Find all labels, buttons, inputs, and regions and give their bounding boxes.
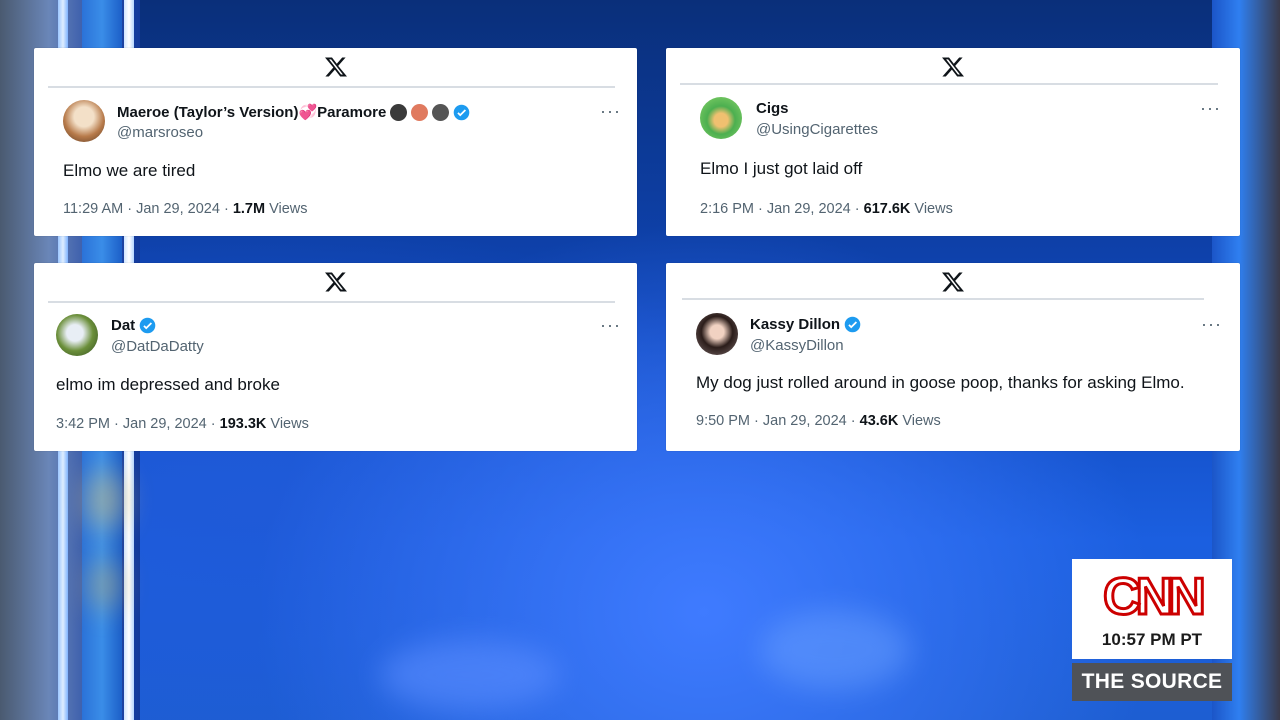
more-options-icon[interactable]: ··· (600, 316, 621, 334)
tweet-timestamp[interactable]: 3:42 PM · Jan 29, 2024 · (56, 416, 220, 432)
display-name-text: Maeroe (Taylor’s Version)💞Paramore (117, 104, 387, 121)
avatar[interactable] (700, 97, 742, 139)
tweet-text: Elmo we are tired (63, 161, 196, 180)
tweet-card: Maeroe (Taylor’s Version)💞Paramore @mars… (34, 48, 637, 236)
x-logo-icon (34, 54, 637, 80)
tweet-text: elmo im depressed and broke (56, 375, 280, 394)
x-logo-icon (34, 269, 637, 295)
user-handle[interactable]: @KassyDillon (750, 337, 844, 354)
tweet-text: Elmo I just got laid off (700, 159, 863, 178)
views-label: Views (898, 413, 941, 429)
cnn-logo: CNN (1102, 567, 1208, 628)
display-name[interactable]: Kassy Dillon (750, 316, 861, 333)
views-label: Views (266, 416, 309, 432)
cnn-bug: CNN 10:57 PM PT (1072, 559, 1232, 659)
verified-badge-icon (139, 317, 156, 334)
tweet-meta: 2:16 PM · Jan 29, 2024 · 617.6K Views (700, 201, 953, 217)
views-label: Views (910, 201, 953, 217)
tweet-timestamp[interactable]: 11:29 AM · Jan 29, 2024 · (63, 201, 233, 217)
views-count: 193.3K (219, 416, 267, 432)
verified-badge-icon (844, 316, 861, 333)
x-logo-icon (666, 269, 1240, 295)
emoji-icon (432, 103, 450, 121)
views-count: 1.7M (232, 201, 266, 217)
display-name[interactable]: Maeroe (Taylor’s Version)💞Paramore (117, 103, 470, 121)
avatar[interactable] (696, 313, 738, 355)
avatar[interactable] (56, 314, 98, 356)
studio-light (90, 560, 120, 610)
tweet-text: My dog just rolled around in goose poop,… (696, 373, 1185, 392)
tweet-card: Dat @DatDaDatty ··· elmo im depressed an… (34, 263, 637, 451)
more-options-icon[interactable]: ··· (1200, 99, 1221, 117)
views-label: Views (265, 201, 308, 217)
tweet-meta: 9:50 PM · Jan 29, 2024 · 43.6K Views (696, 413, 941, 429)
views-count: 617.6K (863, 201, 911, 217)
emoji-icon (411, 103, 429, 121)
display-name-text: Cigs (756, 100, 789, 117)
display-name-text: Kassy Dillon (750, 316, 841, 333)
divider (682, 298, 1204, 300)
user-handle[interactable]: @DatDaDatty (111, 338, 204, 355)
tweet-meta: 3:42 PM · Jan 29, 2024 · 193.3K Views (56, 416, 309, 432)
user-handle[interactable]: @marsroseo (117, 124, 203, 141)
show-title: THE SOURCE (1072, 663, 1232, 701)
studio-light (85, 470, 125, 530)
more-options-icon[interactable]: ··· (600, 102, 621, 120)
tweet-card: Kassy Dillon @KassyDillon ··· My dog jus… (666, 263, 1240, 451)
divider (680, 83, 1218, 85)
display-name[interactable]: Cigs (756, 100, 789, 117)
views-count: 43.6K (859, 413, 899, 429)
divider (48, 301, 615, 303)
verified-badge-icon (454, 104, 470, 120)
display-name-text: Dat (111, 317, 136, 334)
more-options-icon[interactable]: ··· (1201, 315, 1222, 333)
studio-light (380, 640, 560, 710)
display-name[interactable]: Dat (111, 317, 156, 334)
tweet-timestamp[interactable]: 9:50 PM · Jan 29, 2024 · (696, 413, 860, 429)
user-handle[interactable]: @UsingCigarettes (756, 121, 878, 138)
tweet-card: Cigs @UsingCigarettes ··· Elmo I just go… (666, 48, 1240, 236)
divider (48, 86, 615, 88)
avatar[interactable] (63, 100, 105, 142)
tweet-meta: 11:29 AM · Jan 29, 2024 · 1.7M Views (63, 201, 308, 217)
broadcast-time: 10:57 PM PT (1101, 630, 1203, 649)
studio-light (760, 610, 910, 690)
tweet-timestamp[interactable]: 2:16 PM · Jan 29, 2024 · (700, 201, 864, 217)
x-logo-icon (666, 54, 1240, 80)
emoji-icon (390, 103, 408, 121)
